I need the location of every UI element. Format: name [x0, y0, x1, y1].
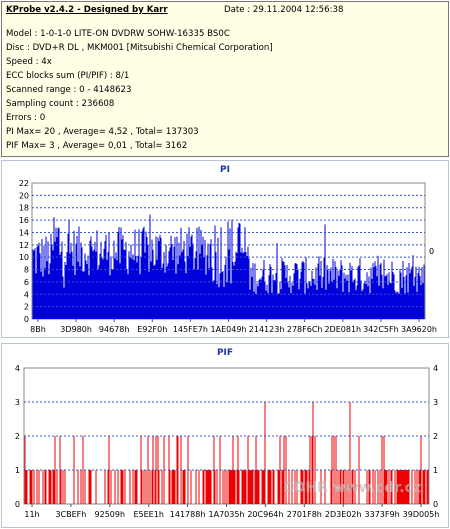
pi-x-tick-label: 214123h [249, 325, 285, 334]
ecc-line: ECC blocks sum (PI/PIF) : 8/1 [6, 71, 130, 81]
pif-right-tick-label: 3 [433, 398, 438, 407]
pif-x-tick-label: 2D3E02h [325, 510, 362, 519]
scan-date: Date : 29.11.2004 12:56:38 [224, 5, 344, 15]
pif-x-tick-label: 92509h [95, 510, 126, 519]
pi-y-tick-label: 2 [24, 303, 29, 312]
range-line: Scanned range : 0 - 4148623 [6, 85, 132, 95]
pif-right-tick-label: 2 [433, 432, 438, 441]
pi-x-tick-label: 278F6Ch [287, 325, 323, 334]
disc-line: Disc : DVD+R DL , MKM001 [Mitsubishi Che… [6, 43, 273, 53]
pif-summary-line: PIF Max= 3 , Average= 0,01 , Total= 3162 [6, 141, 188, 151]
pif-right-tick-label: 1 [433, 466, 438, 475]
pi-x-tick-label: 342C5Fh [363, 325, 399, 334]
pif-x-tick-label: 20C964h [247, 510, 283, 519]
pif-x-tick-label: 141788h [170, 510, 206, 519]
pif-chart-panel: PIF 0 1 2 3 4 0 1 2 3 4 11h 3CBEFh 92509h E5EE1h 14178… [1, 343, 449, 528]
pif-x-tick-label: 39D005h [403, 510, 440, 519]
pi-chart-panel: PI 0 2 4 6 8 10 12 14 16 18 20 22 0 8Bh 3D980h 94678h E9… [1, 160, 449, 338]
pif-y-tick-label: 4 [15, 364, 20, 373]
pi-right-tick-label: 0 [429, 247, 434, 256]
pi-y-tick-label: 6 [24, 278, 29, 287]
sampling-line: Sampling count : 236608 [6, 99, 115, 109]
pi-chart: 024681012141618202208Bh 3D980h 94678h E92F0… [19, 179, 437, 334]
pif-x-tick-label: 2701F8h [287, 510, 322, 519]
pif-chart: 0 1 2 3 4 0 1 2 3 4 11h 3CBEFh 92509h E5EE1h 141788h 1A… [15, 364, 440, 519]
pi-x-tick-label: 8Bh [30, 325, 46, 334]
app-title: KProbe v2.4.2 - Designed by Karr [6, 5, 168, 15]
pi-y-tick-label: 22 [19, 179, 29, 188]
pif-x-tick-label: 11h [24, 510, 39, 519]
pi-y-tick-label: 12 [19, 241, 29, 250]
pif-x-tick-label: 3CBEFh [55, 510, 86, 519]
pi-y-tick-label: 20 [19, 191, 29, 200]
pif-y-tick-label: 3 [15, 398, 20, 407]
watermark-logo: CDHR www.cdr.cz [284, 480, 421, 496]
pi-x-tick-label: 3D980h [60, 325, 92, 334]
pif-y-tick-label: 2 [15, 432, 20, 441]
pi-y-tick-label: 14 [19, 228, 29, 237]
pif-right-tick-label: 4 [433, 364, 438, 373]
pif-x-tick-label: 1A7035h [209, 510, 245, 519]
pif-x-tick-label: E5EE1h [133, 510, 163, 519]
model-line: Model : 1-0-1-0 LITE-ON DVDRW SOHW-16335… [6, 29, 230, 39]
speed-line: Speed : 4x [6, 57, 52, 67]
pi-y-tick-label: 4 [24, 290, 29, 299]
pi-y-tick-label: 18 [19, 204, 29, 213]
pi-y-tick-label: 0 [24, 315, 29, 324]
pi-x-tick-label: 94678h [99, 325, 130, 334]
pif-right-tick-label: 0 [433, 500, 438, 509]
info-panel: KProbe v2.4.2 - Designed by Karr Date : … [1, 1, 449, 157]
pif-x-tick-label: 3373F9h [365, 510, 400, 519]
pi-x-tick-label: 2DE081h [324, 325, 361, 334]
errors-line: Errors : 0 [6, 113, 46, 123]
pi-x-tick-label: 1AE049h [211, 325, 247, 334]
pi-y-tick-label: 8 [24, 266, 29, 275]
pi-x-tick-label: 145FE7h [173, 325, 208, 334]
pi-x-tick-label: 3A9620h [401, 325, 437, 334]
pif-y-tick-label: 1 [15, 466, 20, 475]
pi-x-tick-label: E92F0h [137, 325, 167, 334]
pi-y-tick-label: 10 [19, 253, 29, 262]
pi-summary-line: PI Max= 20 , Average= 4,52 , Total= 1373… [6, 127, 199, 137]
pif-y-tick-label: 0 [15, 500, 20, 509]
pi-y-tick-label: 16 [19, 216, 29, 225]
